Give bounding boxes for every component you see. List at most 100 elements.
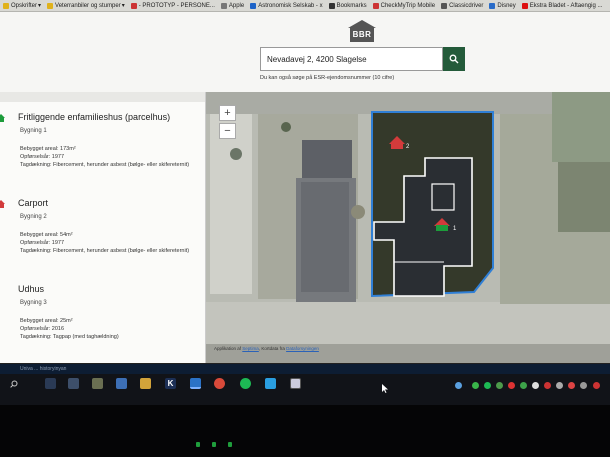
building-number: Bygning 2 (20, 214, 47, 220)
search-hint: Du kan også søge på ESR-ejendomsnummer (… (260, 75, 395, 81)
chevron-down-icon: ▾ (121, 3, 125, 9)
monitor-bezel (0, 405, 610, 457)
search-icon (449, 54, 459, 64)
bookmark-icon (328, 2, 335, 9)
building-sidebar: Fritliggende enfamilieshus (parcelhus) B… (0, 92, 206, 363)
bookmark-icon (441, 2, 448, 9)
building-number: Bygning 3 (20, 300, 47, 306)
task-view-icon[interactable] (45, 378, 56, 389)
tray-icon[interactable] (484, 382, 491, 389)
tray-icon[interactable] (580, 382, 587, 389)
bookmark-icon (521, 2, 528, 9)
house-marker-icon (0, 200, 5, 208)
bookmark-icon (130, 2, 137, 9)
search-button[interactable] (443, 47, 465, 71)
zoom-out-button[interactable]: − (219, 123, 236, 139)
bookmark-label: Veterranbiler og stumper (55, 2, 121, 9)
septima-link[interactable]: Septima (242, 346, 259, 351)
building-card-1[interactable]: Fritliggende enfamilieshus (parcelhus) B… (0, 112, 205, 182)
logo-text: BBR (350, 28, 374, 42)
spotify-icon[interactable] (240, 378, 251, 389)
bookmark-item[interactable]: - PROTOTYP - PERSONE... (128, 0, 218, 11)
cloud-icon[interactable] (532, 382, 539, 389)
bookmark-icon (220, 2, 227, 9)
k-app-icon[interactable]: K (165, 378, 176, 389)
tray-icon[interactable] (520, 382, 527, 389)
monitor-led-icon (212, 442, 216, 447)
bookmark-label: - PROTOTYP - PERSONE... (138, 2, 215, 9)
chrome-icon[interactable] (214, 378, 225, 389)
building-title: Udhus (18, 284, 45, 294)
app-icon[interactable] (92, 378, 103, 389)
tray-icon[interactable] (593, 382, 600, 389)
building-year: Opførselsår: 1977 (20, 154, 65, 160)
attribution-text: , Kortdata fra (258, 346, 285, 351)
attribution-text: Applikation af (214, 346, 242, 351)
building-number: Bygning 1 (20, 128, 47, 134)
bookmark-label: Bookmarks (336, 2, 367, 9)
bookmark-icon (250, 2, 257, 9)
monitor-led-icon (196, 442, 200, 447)
edge-icon[interactable] (190, 378, 201, 389)
bookmark-label: Ekstra Bladet - Aftaengig ... (529, 2, 603, 9)
building-card-2[interactable]: Carport Bygning 2 Bebygget areal: 54m² O… (0, 198, 205, 268)
building-year: Opførselsår: 2016 (20, 326, 65, 332)
tray-icon[interactable] (508, 382, 515, 389)
map-attribution: Applikation af Septima, Kortdata fra Dat… (214, 346, 319, 351)
page-header: BBR Nevadavej 2, 4200 Slagelse Du kan og… (0, 12, 610, 92)
file-explorer-icon[interactable] (140, 378, 151, 389)
folder-icon (47, 2, 54, 9)
bookmark-icon (372, 2, 379, 9)
bookmarks-bar: Opskrifter ▾ Veterranbiler og stumper ▾ - PR… (0, 0, 610, 12)
map-view[interactable]: 2 1 + − (206, 92, 610, 363)
zoom-in-button[interactable]: + (219, 105, 236, 121)
bookmark-icon (489, 2, 496, 9)
bookmark-item[interactable]: CheckMyTrip Mobile (370, 0, 438, 11)
logo-roof-icon (348, 20, 376, 28)
building-roof: Tagdækning: Tagpap (med taghældning) (20, 334, 119, 340)
search-icon[interactable] (10, 380, 18, 388)
bookmark-item[interactable]: Opskrifter ▾ (0, 0, 44, 11)
bookmark-item[interactable]: Apple (218, 0, 247, 11)
building-area: Bebygget areal: 173m² (20, 146, 76, 152)
taskbar-strip: Univa ... historyinyan (0, 364, 610, 374)
tray-icon[interactable] (544, 382, 551, 389)
bookmark-label: Astronomisk Selskab - x (258, 2, 323, 9)
folder-icon (3, 2, 9, 9)
tray-icon[interactable] (556, 382, 563, 389)
tray-icon[interactable] (455, 382, 462, 389)
bookmark-item[interactable]: Ekstra Bladet - Aftaengig ... (519, 0, 606, 11)
address-search-input[interactable]: Nevadavej 2, 4200 Slagelse (260, 47, 443, 71)
building-title: Fritliggende enfamilieshus (parcelhus) (18, 112, 171, 122)
bookmark-item[interactable]: Disney (486, 0, 518, 11)
bookmark-item[interactable]: Classicdriver (438, 0, 486, 11)
bbr-logo[interactable]: BBR (347, 20, 377, 44)
house-marker-icon (0, 114, 5, 122)
building-card-3[interactable]: Udhus Bygning 3 Bebygget areal: 25m² Opf… (0, 284, 205, 354)
chevron-down-icon: ▾ (38, 3, 42, 9)
app-icon[interactable] (290, 378, 301, 389)
tray-icon[interactable] (568, 382, 575, 389)
bookmark-item[interactable]: Bookmarks (326, 0, 370, 11)
building-area: Bebygget areal: 54m² (20, 232, 73, 238)
bookmark-label: Disney (497, 2, 516, 9)
building-year: Opførselsår: 1977 (20, 240, 65, 246)
bookmark-label: Classicdriver (449, 2, 484, 9)
building-roof: Tagdækning: Fibercement, herunder asbest… (20, 248, 190, 254)
bookmark-label: Opskrifter (11, 2, 38, 9)
app-icon[interactable] (68, 378, 79, 389)
bbr-page: BBR Nevadavej 2, 4200 Slagelse Du kan og… (0, 12, 610, 363)
building-area: Bebygget areal: 25m² (20, 318, 73, 324)
bookmark-item[interactable]: Astronomisk Selskab - x (247, 0, 325, 11)
monitor-led-icon (228, 442, 232, 447)
building-title: Carport (18, 198, 49, 208)
bookmark-label: CheckMyTrip Mobile (380, 2, 436, 9)
tray-icon[interactable] (496, 382, 503, 389)
aerial-map: 2 1 (206, 92, 610, 363)
dataforsyningen-link[interactable]: Dataforsyningen (286, 346, 319, 351)
bookmark-item[interactable]: Veterranbiler og stumper ▾ (44, 0, 128, 11)
app-icon[interactable] (116, 378, 127, 389)
skype-icon[interactable] (265, 378, 276, 389)
building-roof: Tagdækning: Fibercement, herunder asbest… (20, 162, 190, 168)
tray-icon[interactable] (472, 382, 479, 389)
